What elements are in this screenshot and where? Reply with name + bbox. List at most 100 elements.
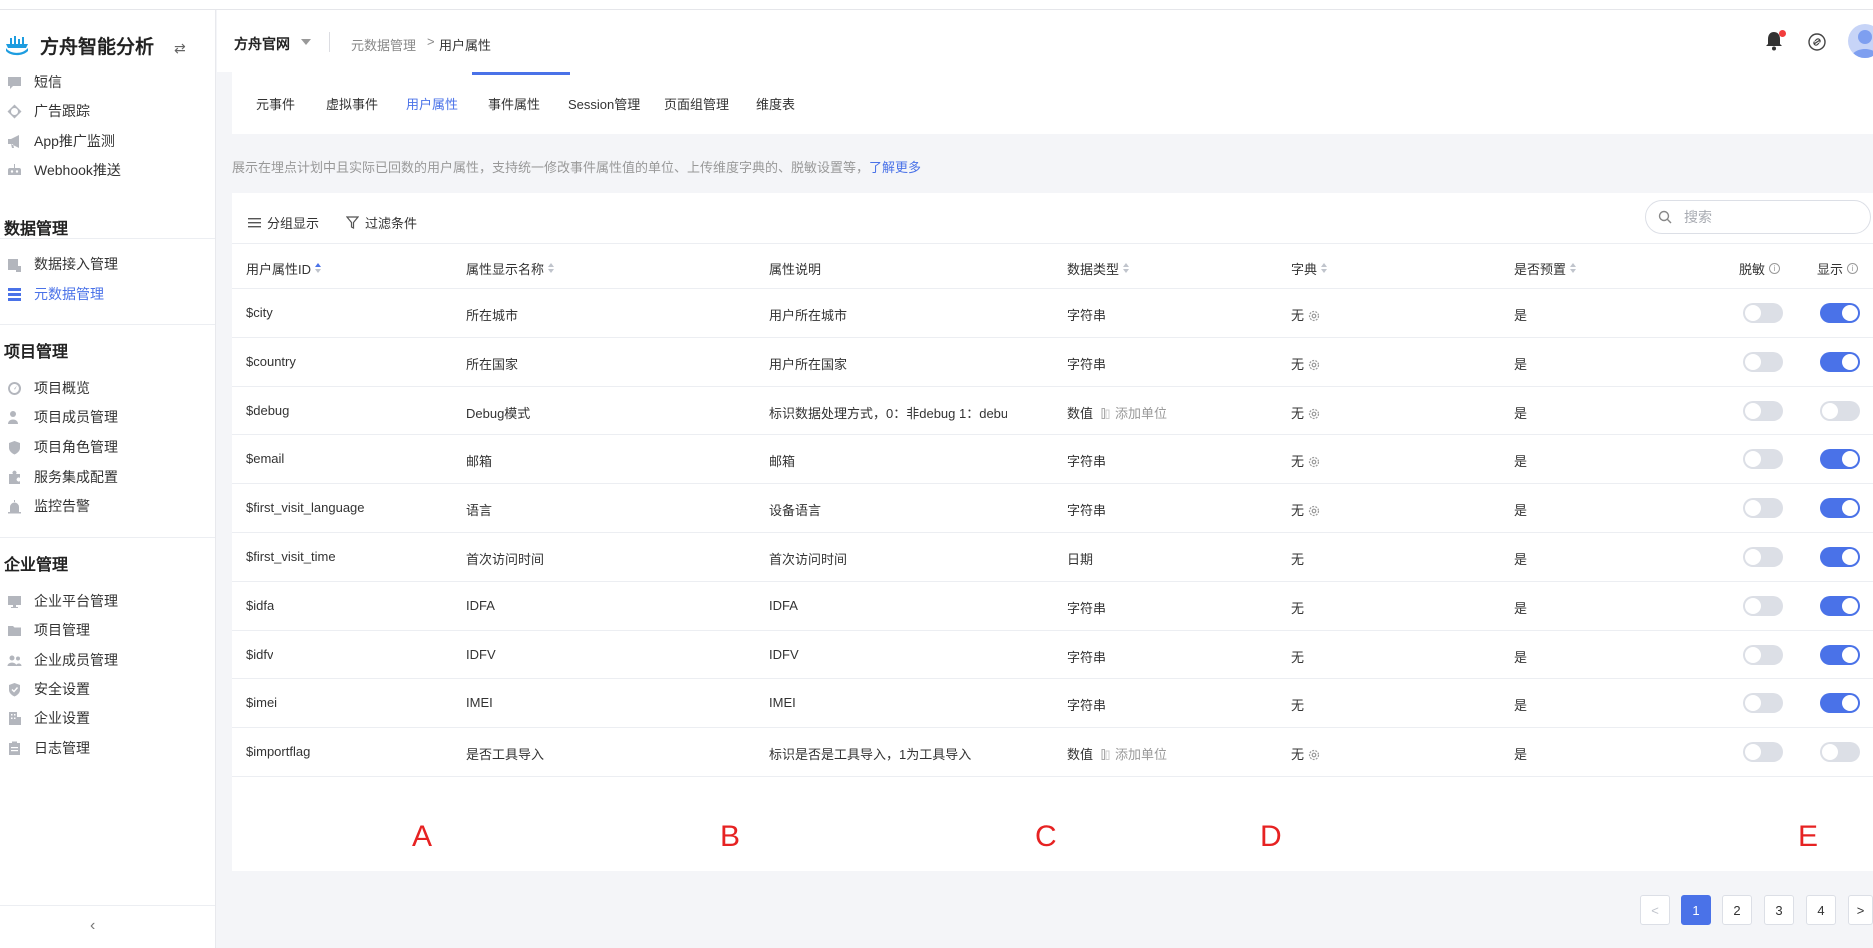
gear-icon[interactable] bbox=[1308, 359, 1320, 371]
display-name-cell: IDFV bbox=[466, 646, 496, 662]
mask-toggle[interactable] bbox=[1743, 498, 1783, 519]
tab-2[interactable]: 用户属性 bbox=[406, 94, 458, 113]
mask-toggle[interactable] bbox=[1743, 595, 1783, 616]
sidebar-item-top-3[interactable]: Webhook推送 bbox=[0, 155, 215, 185]
sidebar-item-g2-2[interactable]: 企业成员管理 bbox=[0, 645, 215, 675]
property-id-cell: $city bbox=[246, 305, 273, 320]
sort-icon[interactable] bbox=[548, 263, 555, 274]
search-box[interactable] bbox=[1645, 200, 1871, 234]
column-header-id[interactable]: 用户属性ID bbox=[246, 259, 322, 278]
caret-down-icon[interactable] bbox=[301, 39, 311, 45]
table-row: $debug Debug模式 标识数据处理方式，0：非debug 1：debug 数值… bbox=[232, 387, 1873, 436]
mask-toggle[interactable] bbox=[1743, 693, 1783, 714]
sort-icon[interactable] bbox=[315, 263, 322, 274]
show-toggle[interactable] bbox=[1820, 595, 1860, 616]
gear-icon[interactable] bbox=[1308, 505, 1320, 517]
show-toggle[interactable] bbox=[1820, 742, 1860, 763]
sidebar-item-g2-5[interactable]: 日志管理 bbox=[0, 733, 215, 763]
preset-cell: 是 bbox=[1514, 405, 1528, 421]
tab-6[interactable]: 维度表 bbox=[756, 94, 795, 113]
sidebar-item-top-1[interactable]: 广告跟踪 bbox=[0, 96, 215, 126]
show-toggle[interactable] bbox=[1820, 693, 1860, 714]
sort-icon[interactable] bbox=[1570, 263, 1577, 274]
log-icon bbox=[6, 740, 22, 756]
filter-button[interactable]: 过滤条件 bbox=[346, 213, 417, 232]
gear-icon[interactable] bbox=[1308, 408, 1320, 420]
mask-toggle[interactable] bbox=[1743, 644, 1783, 665]
sidebar-item-label: 短信 bbox=[34, 74, 62, 90]
info-icon[interactable]: i bbox=[1847, 263, 1859, 274]
group-display-button[interactable]: 分组显示 bbox=[248, 213, 319, 232]
mask-toggle[interactable] bbox=[1743, 742, 1783, 763]
sidebar-item-g1-4[interactable]: 监控告警 bbox=[0, 491, 215, 521]
display-name-cell: 所在城市 bbox=[466, 308, 519, 323]
gear-icon[interactable] bbox=[1308, 749, 1320, 761]
page-button-2[interactable]: 2 bbox=[1722, 895, 1752, 925]
sidebar-item-g1-1[interactable]: 项目成员管理 bbox=[0, 402, 215, 432]
page-button-3[interactable]: 3 bbox=[1764, 895, 1794, 925]
sidebar-item-g2-0[interactable]: 企业平台管理 bbox=[0, 586, 215, 616]
sidebar-item-g0-0[interactable]: 数据接入管理 bbox=[0, 249, 215, 279]
property-id-cell: $imei bbox=[246, 695, 278, 711]
alarm-icon bbox=[6, 498, 22, 514]
switch-icon[interactable]: ⇄ bbox=[174, 40, 186, 57]
show-toggle[interactable] bbox=[1820, 449, 1860, 470]
mask-toggle[interactable] bbox=[1743, 547, 1783, 567]
search-input[interactable] bbox=[1684, 209, 1854, 225]
tab-4[interactable]: Session管理 bbox=[568, 94, 640, 113]
brand[interactable]: 方舟智能分析 bbox=[4, 30, 154, 60]
sidebar-item-g0-1[interactable]: 元数据管理 bbox=[0, 279, 215, 309]
column-header-preset[interactable]: 是否预置 bbox=[1514, 259, 1577, 278]
tab-bar: 元事件 虚拟事件 用户属性 事件属性 Session管理 页面组管理 维度表 bbox=[232, 72, 1873, 134]
property-id-cell: $first_visit_language bbox=[246, 500, 365, 516]
collapse-sidebar-icon[interactable]: ‹ bbox=[90, 917, 95, 935]
add-unit-button[interactable]: 添加单位 bbox=[1101, 406, 1167, 421]
sidebar-item-top-0[interactable]: 短信 bbox=[0, 67, 215, 97]
column-header-type[interactable]: 数据类型 bbox=[1067, 259, 1130, 278]
sidebar-item-g2-1[interactable]: 项目管理 bbox=[0, 615, 215, 645]
breadcrumb-metadata[interactable]: 元数据管理 bbox=[351, 35, 416, 54]
column-header-name[interactable]: 属性显示名称 bbox=[466, 259, 555, 278]
tab-1[interactable]: 虚拟事件 bbox=[326, 94, 378, 113]
mask-toggle[interactable] bbox=[1743, 351, 1783, 372]
show-toggle[interactable] bbox=[1820, 498, 1860, 519]
tab-3[interactable]: 事件属性 bbox=[488, 94, 540, 113]
page-button-4[interactable]: 4 bbox=[1806, 895, 1836, 925]
preset-cell: 是 bbox=[1514, 454, 1528, 470]
sort-icon[interactable] bbox=[1321, 263, 1328, 274]
pencil-icon bbox=[1101, 407, 1110, 419]
sidebar-item-g2-4[interactable]: 企业设置 bbox=[0, 703, 215, 733]
link-icon[interactable] bbox=[1807, 32, 1827, 52]
info-icon[interactable]: i bbox=[1769, 263, 1781, 274]
sidebar-item-g1-0[interactable]: 项目概览 bbox=[0, 373, 215, 403]
gear-icon[interactable] bbox=[1308, 310, 1320, 322]
display-name-cell: IMEI bbox=[466, 695, 493, 711]
project-selector[interactable]: 方舟官网 bbox=[234, 34, 290, 54]
show-toggle[interactable] bbox=[1820, 351, 1860, 372]
dashboard-icon bbox=[6, 380, 22, 396]
show-toggle[interactable] bbox=[1820, 303, 1860, 323]
tab-0[interactable]: 元事件 bbox=[256, 94, 295, 113]
gear-icon[interactable] bbox=[1308, 456, 1320, 468]
sidebar-item-g1-2[interactable]: 项目角色管理 bbox=[0, 432, 215, 462]
show-toggle[interactable] bbox=[1820, 547, 1860, 567]
prev-page-button[interactable]: < bbox=[1640, 895, 1670, 925]
mask-toggle[interactable] bbox=[1743, 449, 1783, 470]
show-toggle[interactable] bbox=[1820, 400, 1860, 421]
sidebar-item-g2-3[interactable]: 安全设置 bbox=[0, 674, 215, 704]
sort-icon[interactable] bbox=[1123, 263, 1130, 274]
description-cell: 用户所在国家 bbox=[769, 356, 848, 372]
sidebar-item-top-2[interactable]: App推广监测 bbox=[0, 126, 215, 156]
description-cell: IMEI bbox=[769, 695, 796, 711]
show-toggle[interactable] bbox=[1820, 644, 1860, 665]
column-header-dict[interactable]: 字典 bbox=[1291, 259, 1328, 278]
tab-5[interactable]: 页面组管理 bbox=[664, 94, 729, 113]
add-unit-button[interactable]: 添加单位 bbox=[1101, 747, 1167, 762]
mask-toggle[interactable] bbox=[1743, 400, 1783, 421]
sidebar-item-g1-3[interactable]: 服务集成配置 bbox=[0, 462, 215, 492]
avatar[interactable] bbox=[1848, 24, 1873, 58]
page-button-1[interactable]: 1 bbox=[1681, 895, 1711, 925]
learn-more-link[interactable]: 了解更多 bbox=[869, 160, 921, 175]
next-page-button[interactable]: > bbox=[1848, 895, 1873, 925]
mask-toggle[interactable] bbox=[1743, 303, 1783, 323]
